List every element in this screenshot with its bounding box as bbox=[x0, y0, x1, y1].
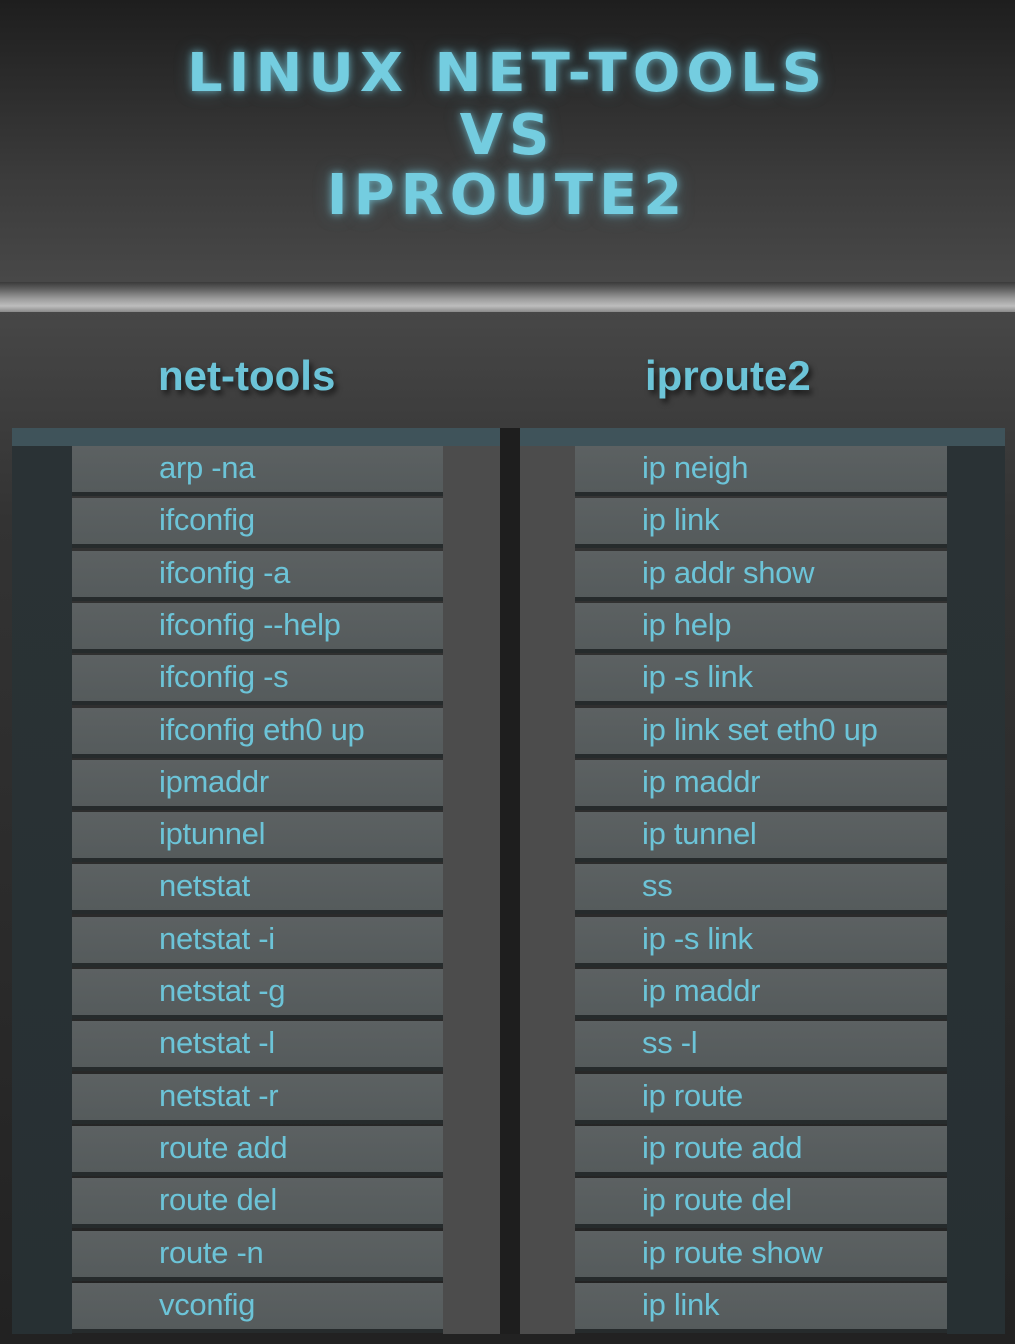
net-tools-row: netstat -l bbox=[72, 1021, 443, 1068]
net-tools-command: netstat -g bbox=[159, 973, 286, 1008]
net-tools-command: ifconfig bbox=[159, 502, 255, 538]
iproute2-row: ip route show bbox=[575, 1230, 947, 1277]
iproute2-row: ip route bbox=[575, 1073, 947, 1120]
iproute2-command: ip route del bbox=[642, 1182, 792, 1218]
net-tools-header: net-tools bbox=[158, 352, 336, 399]
net-tools-row: route -n bbox=[72, 1230, 443, 1277]
net-tools-command: netstat -i bbox=[159, 920, 275, 956]
net-tools-row: netstat -g bbox=[72, 969, 443, 1015]
iproute2-row: ss bbox=[575, 864, 947, 911]
iproute2-row: ss -l bbox=[575, 1021, 947, 1068]
net-tools-command: vconfig bbox=[159, 1286, 256, 1322]
iproute2-row: ip -s link bbox=[575, 916, 947, 963]
net-tools-row: route del bbox=[72, 1178, 443, 1225]
iproute2-command: ip maddr bbox=[642, 763, 761, 799]
iproute2-command: ss bbox=[642, 868, 673, 904]
net-tools-row: ifconfig -a bbox=[72, 550, 443, 597]
net-tools-command: ifconfig -a bbox=[159, 554, 291, 590]
iproute2-column: ip neigh ip link ip addr show ip help ip -s … bbox=[520, 428, 1005, 1334]
net-tools-row: ifconfig bbox=[72, 498, 443, 545]
net-tools-command: ipmaddr bbox=[159, 763, 269, 799]
net-tools-row: netstat bbox=[72, 864, 443, 911]
net-tools-row: vconfig bbox=[72, 1282, 443, 1329]
net-tools-command: arp -na bbox=[159, 450, 256, 485]
iproute2-row: ip link bbox=[575, 498, 947, 545]
iproute2-row: ip neigh bbox=[575, 446, 947, 492]
net-tools-row: ifconfig eth0 up bbox=[72, 707, 443, 754]
iproute2-command: ip link bbox=[642, 502, 720, 538]
iproute2-command: ip route show bbox=[642, 1234, 823, 1270]
net-tools-command: route del bbox=[159, 1182, 277, 1218]
column-side bbox=[947, 446, 1005, 1334]
iproute2-command: ip link bbox=[642, 1286, 720, 1322]
iproute2-command: ip route bbox=[642, 1077, 743, 1113]
column-side bbox=[12, 446, 72, 1334]
iproute2-row: ip maddr bbox=[575, 759, 947, 806]
column-bevel bbox=[443, 446, 500, 1334]
iproute2-command: ip maddr bbox=[642, 973, 761, 1008]
net-tools-row: arp -na bbox=[72, 446, 443, 492]
divider-bar bbox=[0, 282, 1015, 312]
iproute2-command: ip route add bbox=[642, 1129, 803, 1165]
net-tools-row: ifconfig -s bbox=[72, 655, 443, 702]
iproute2-command: ip -s link bbox=[642, 659, 753, 695]
column-cap bbox=[12, 428, 500, 446]
title-line-1: LINUX NET-TOOLS bbox=[186, 42, 829, 105]
iproute2-row: ip tunnel bbox=[575, 812, 947, 859]
net-tools-column: arp -na ifconfig ifconfig -a ifconfig --hel… bbox=[12, 428, 500, 1334]
column-cap bbox=[520, 428, 1005, 446]
iproute2-command: ip addr show bbox=[642, 554, 815, 590]
net-tools-command: netstat -r bbox=[159, 1077, 279, 1113]
iproute2-row: ip help bbox=[575, 602, 947, 649]
net-tools-row: ifconfig --help bbox=[72, 602, 443, 649]
net-tools-command: ifconfig eth0 up bbox=[159, 711, 365, 747]
iproute2-row: ip route del bbox=[575, 1178, 947, 1225]
iproute2-row: ip addr show bbox=[575, 550, 947, 597]
net-tools-command: netstat bbox=[159, 868, 250, 904]
iproute2-command: ip -s link bbox=[642, 920, 753, 956]
net-tools-row: route add bbox=[72, 1125, 443, 1172]
net-tools-command: ifconfig -s bbox=[159, 659, 289, 695]
iproute2-row: ip route add bbox=[575, 1125, 947, 1172]
net-tools-row: netstat -r bbox=[72, 1073, 443, 1120]
column-bevel bbox=[520, 446, 575, 1334]
net-tools-row: netstat -i bbox=[72, 916, 443, 963]
column-gap bbox=[500, 428, 520, 1334]
iproute2-command: ip help bbox=[642, 606, 732, 642]
iproute2-row: ip link set eth0 up bbox=[575, 707, 947, 754]
iproute2-row: ip maddr bbox=[575, 969, 947, 1015]
iproute2-row: ip -s link bbox=[575, 655, 947, 702]
iproute2-command: ip tunnel bbox=[642, 816, 757, 852]
net-tools-row: ipmaddr bbox=[72, 759, 443, 806]
header-banner: LINUX NET-TOOLS VS IPROUTE2 bbox=[0, 0, 1015, 282]
net-tools-command: route -n bbox=[159, 1234, 264, 1270]
iproute2-command: ip neigh bbox=[642, 450, 749, 485]
iproute2-header: iproute2 bbox=[645, 352, 811, 399]
net-tools-row: iptunnel bbox=[72, 812, 443, 859]
net-tools-command: iptunnel bbox=[159, 816, 266, 852]
title-line-3: IPROUTE2 bbox=[326, 163, 689, 228]
net-tools-command: ifconfig --help bbox=[159, 606, 341, 642]
iproute2-command: ip link set eth0 up bbox=[642, 711, 878, 747]
iproute2-row: ip link bbox=[575, 1282, 947, 1329]
net-tools-command: netstat -l bbox=[159, 1025, 275, 1061]
net-tools-command: route add bbox=[159, 1129, 288, 1165]
title-line-2: VS bbox=[459, 103, 556, 168]
iproute2-command: ss -l bbox=[642, 1025, 698, 1061]
